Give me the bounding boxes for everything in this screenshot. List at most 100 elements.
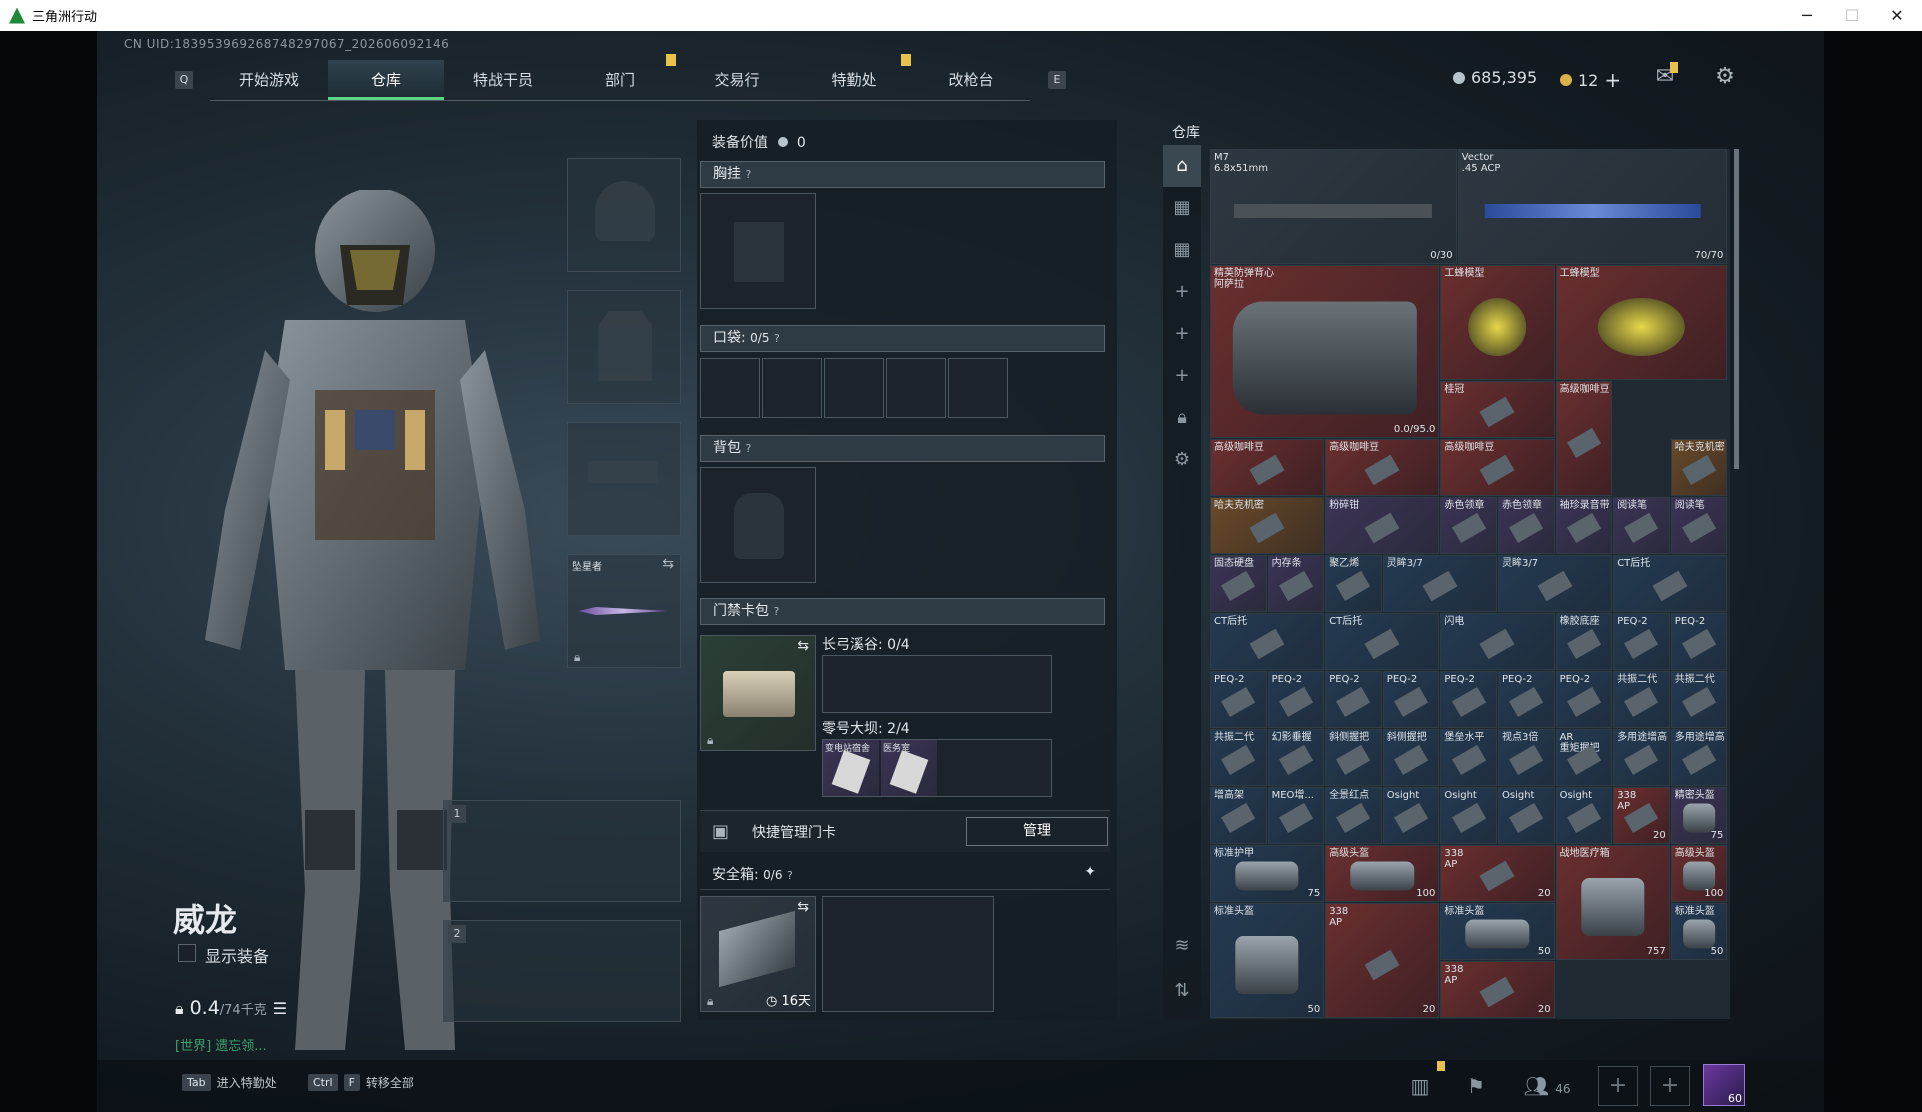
chest-rig-slot[interactable] (700, 193, 816, 309)
hint-special-ops[interactable]: Tab 进入特勤处 (182, 1074, 277, 1091)
show-gear-checkbox[interactable] (178, 944, 196, 962)
help-icon[interactable]: ? (773, 605, 779, 618)
melee-slot[interactable]: 坠星者 ⇆ 🔒︎ (567, 554, 681, 668)
help-icon[interactable]: ? (774, 332, 780, 345)
inventory-item[interactable]: 共振二代 (1670, 671, 1728, 728)
inventory-item[interactable]: Vector .45 ACP 70/70 (1457, 149, 1728, 264)
next-tab-key[interactable]: E (1048, 71, 1066, 89)
inventory-item[interactable]: 战地医疗箱 757 (1555, 845, 1670, 960)
inventory-item[interactable]: 增高架 (1210, 787, 1267, 844)
inventory-item[interactable]: 聚乙烯 (1325, 555, 1382, 612)
settings-gear-icon[interactable]: ⚙ (1163, 439, 1201, 481)
inventory-item[interactable]: 全景红点 (1325, 787, 1382, 844)
hint-transfer-all[interactable]: Ctrl F 转移全部 (308, 1074, 414, 1091)
inventory-item[interactable]: PEQ-2 (1555, 671, 1613, 728)
friends-button[interactable]: 👥︎ 46 (1512, 1068, 1582, 1104)
sort-icon[interactable]: ⇅ (1163, 970, 1201, 1012)
inventory-item[interactable]: 精英防弹背心 阿萨拉 0.0/95.0 (1210, 265, 1440, 438)
inventory-item[interactable]: 斜侧握把 (1325, 729, 1382, 786)
inventory-item[interactable]: 固态硬盘 (1210, 555, 1267, 612)
inventory-item[interactable]: 袖珍录音带 (1555, 497, 1613, 554)
inventory-item[interactable]: 工蜂模型 (1440, 265, 1555, 380)
inventory-item[interactable]: 哈夫克机密 (1670, 439, 1728, 496)
inventory-item[interactable]: 赤色领章 (1440, 497, 1497, 554)
inventory-item[interactable]: PEQ-2 (1498, 671, 1555, 728)
inventory-item[interactable]: 工蜂模型 (1555, 265, 1728, 380)
inventory-item[interactable]: 338 AP 20 (1613, 787, 1670, 844)
inventory-item[interactable]: 闪电 (1440, 613, 1555, 670)
keycard-item[interactable]: 医务室 (881, 740, 937, 796)
inventory-item[interactable]: 粉碎钳 (1325, 497, 1440, 554)
keycard-pack-slot[interactable]: ⇆ 🔒︎ (700, 635, 816, 751)
inventory-item[interactable]: 高级咖啡豆 (1555, 381, 1613, 496)
inventory-item[interactable]: 赤色领章 (1498, 497, 1555, 554)
manage-button[interactable]: 管理 (966, 817, 1108, 846)
inventory-item[interactable]: 标准头盔 50 (1210, 903, 1325, 1018)
inventory-item[interactable]: 桂冠 (1440, 381, 1555, 438)
help-icon[interactable]: ? (787, 869, 793, 882)
inventory-item[interactable]: 哈夫克机密 (1210, 497, 1325, 554)
inventory-item[interactable]: PEQ-2 (1325, 671, 1382, 728)
pocket-slot[interactable] (762, 358, 822, 418)
stats-chart-icon[interactable]: ▥ (1400, 1068, 1440, 1104)
inventory-item[interactable]: Osight (1440, 787, 1497, 844)
inventory-item[interactable]: 标准头盔 50 (1440, 903, 1555, 960)
helmet-slot[interactable] (567, 158, 681, 272)
tab-gunsmith[interactable]: 改枪台 (913, 60, 1029, 100)
safebox-grid[interactable] (822, 896, 994, 1012)
armor-slot[interactable] (567, 290, 681, 404)
pocket-slot[interactable] (886, 358, 946, 418)
flag-icon[interactable]: ⚑ (1456, 1068, 1496, 1104)
secondary-weapon-slot[interactable]: 2 (443, 920, 681, 1022)
primary-weapon-slot[interactable]: 1 (443, 800, 681, 902)
inventory-item[interactable]: 338 AP 20 (1440, 845, 1555, 902)
inventory-item[interactable]: 多用途增高 (1613, 729, 1670, 786)
inventory-item[interactable]: 精密头盔 75 (1670, 787, 1728, 844)
add-page-icon[interactable]: + (1163, 313, 1201, 355)
inventory-item[interactable]: AR 重矩握把 (1555, 729, 1613, 786)
inventory-item[interactable]: Osight (1555, 787, 1613, 844)
swap-icon[interactable]: ⇆ (797, 638, 809, 654)
inventory-item[interactable]: 共振二代 (1210, 729, 1267, 786)
inventory-item[interactable]: 灵眸3/7 (1498, 555, 1613, 612)
close-button[interactable]: ✕ (1874, 0, 1920, 31)
inventory-item[interactable]: 共振二代 (1613, 671, 1670, 728)
pocket-slot[interactable] (948, 358, 1008, 418)
list-icon[interactable]: ☰ (273, 999, 287, 1018)
safebox-slot[interactable]: ⇆ 🔒︎ ◷ 16天 (700, 896, 816, 1012)
inventory-item[interactable]: PEQ-2 (1210, 671, 1267, 728)
inventory-item[interactable]: 内存条 (1267, 555, 1325, 612)
keycard-item[interactable]: 变电站宿舍 (823, 740, 879, 796)
tab-warehouse[interactable]: 仓库 (328, 60, 444, 100)
tab-special-ops[interactable]: 特勤处 (796, 60, 912, 100)
inventory-item[interactable]: PEQ-2 (1613, 613, 1670, 670)
inventory-item[interactable]: CT后托 (1325, 613, 1440, 670)
inventory-item[interactable]: 阅读笔 (1670, 497, 1728, 554)
inventory-item[interactable]: 高级头盔 100 (1670, 845, 1728, 902)
add-page-icon[interactable]: + (1163, 271, 1201, 313)
help-icon[interactable]: ? (745, 442, 751, 455)
inventory-item[interactable]: PEQ-2 (1267, 671, 1325, 728)
dam-keycard-slots[interactable]: 变电站宿舍 医务室 (822, 739, 1052, 797)
inventory-item[interactable]: 堡垒水平 (1440, 729, 1497, 786)
tab-operators[interactable]: 特战干员 (445, 60, 561, 100)
inventory-item[interactable]: 灵眸3/7 (1382, 555, 1497, 612)
inventory-item[interactable]: 斜侧握把 (1382, 729, 1440, 786)
invite-slot-1[interactable]: + (1598, 1066, 1638, 1106)
inventory-item[interactable]: 多用途增高 (1670, 729, 1728, 786)
longbow-keycard-slots[interactable] (822, 655, 1052, 713)
inventory-item[interactable]: 338 AP 20 (1325, 903, 1440, 1018)
settings-gear-icon[interactable]: ⚙ (1711, 63, 1739, 91)
inventory-item[interactable]: CT后托 (1210, 613, 1325, 670)
warehouse-page-2-icon[interactable]: ▦ (1163, 187, 1201, 229)
tab-trading[interactable]: 交易行 (679, 60, 795, 100)
inventory-item[interactable]: 高级头盔 100 (1325, 845, 1440, 902)
add-page-icon[interactable]: + (1163, 355, 1201, 397)
lock-icon[interactable]: 🔒︎ (1163, 397, 1201, 439)
inventory-item[interactable]: 橡胶底座 (1555, 613, 1613, 670)
warehouse-page-3-icon[interactable]: ▦ (1163, 229, 1201, 271)
add-currency-icon[interactable]: + (1604, 68, 1621, 92)
minimize-button[interactable]: ─ (1784, 0, 1830, 31)
inventory-item[interactable]: PEQ-2 (1670, 613, 1728, 670)
inventory-item[interactable]: Osight (1382, 787, 1440, 844)
